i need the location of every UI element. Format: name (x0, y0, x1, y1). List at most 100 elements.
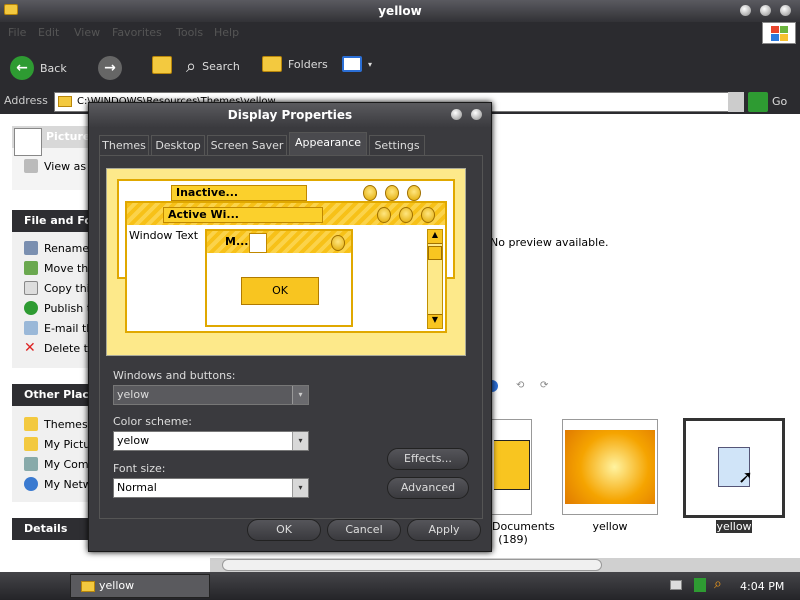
menu-help[interactable]: Help (214, 26, 239, 39)
rename-icon (24, 241, 38, 255)
advanced-button[interactable]: Advanced (387, 477, 469, 499)
menu-favorites[interactable]: Favorites (112, 26, 162, 39)
windows-buttons-select[interactable]: yelow ▾ (113, 385, 309, 405)
taskbar-item-label: yellow (99, 579, 135, 592)
tab-appearance[interactable]: Appearance (289, 132, 367, 155)
window-titlebar: yellow (0, 0, 800, 22)
preview-scroll-up-icon: ▲ (428, 230, 442, 244)
network-icon (24, 477, 38, 491)
menu-view[interactable]: View (74, 26, 100, 39)
select-value: Normal (117, 481, 157, 494)
link-label: Themes (44, 417, 88, 431)
folder-icon (24, 437, 38, 451)
copy-icon (24, 281, 38, 295)
menu-bar: File Edit View Favorites Tools Help (0, 22, 800, 44)
search-tray-icon[interactable]: ⌕ (714, 576, 722, 592)
effects-button[interactable]: Effects... (387, 448, 469, 470)
address-dropdown-icon[interactable]: ▾ (728, 92, 744, 112)
font-size-select[interactable]: Normal ▾ (113, 478, 309, 498)
rotate-right-icon[interactable]: ⟳ (540, 380, 548, 391)
display-properties-dialog: Display Properties Themes Desktop Screen… (88, 102, 492, 552)
ok-button[interactable]: OK (247, 519, 321, 541)
dialog-titlebar: Display Properties (89, 103, 491, 127)
cancel-button[interactable]: Cancel (327, 519, 401, 541)
folder-icon (4, 4, 18, 15)
horizontal-scrollbar[interactable] (210, 558, 800, 572)
up-folder-button[interactable] (152, 56, 172, 74)
preview-maximize-icon (399, 207, 413, 223)
preview-scroll-thumb (428, 246, 442, 260)
views-button[interactable]: ▾ (342, 56, 372, 72)
thumbnail-yellow-wallpaper[interactable] (562, 419, 658, 515)
preview-minimize-icon (377, 207, 391, 223)
keyboard-icon[interactable] (670, 580, 682, 590)
folders-label: Folders (288, 57, 328, 71)
tab-settings[interactable]: Settings (369, 135, 425, 155)
back-button[interactable]: ← Back (10, 56, 67, 80)
thumbnail-caption: yellow (592, 520, 628, 533)
rotate-left-icon[interactable]: ⟲ (516, 380, 524, 391)
email-icon (24, 321, 38, 335)
go-label[interactable]: Go (772, 95, 787, 108)
select-value: yelow (117, 434, 150, 447)
network-tray-icon[interactable] (694, 578, 706, 592)
thumbnail-documents[interactable] (492, 419, 532, 515)
folder-icon (58, 96, 72, 107)
back-arrow-icon: ← (10, 56, 34, 80)
tab-desktop[interactable]: Desktop (151, 135, 205, 155)
preview-scroll-down-icon: ▼ (428, 314, 442, 328)
windows-logo (762, 22, 796, 44)
folder-icon (24, 417, 38, 431)
globe-icon (24, 301, 38, 315)
tab-screen-saver[interactable]: Screen Saver (207, 135, 287, 155)
taskbar-item-yellow[interactable]: yellow (70, 574, 210, 598)
select-value: yelow (117, 388, 150, 401)
preview-close-icon (331, 235, 345, 251)
tab-themes[interactable]: Themes (99, 135, 149, 155)
minimize-button[interactable] (740, 5, 751, 16)
folder-icon (494, 440, 530, 490)
folder-icon (81, 581, 95, 592)
preview-scrollbar: ▲ ▼ (427, 229, 443, 329)
up-folder-icon (152, 56, 172, 74)
preview-message-box: M... OK (205, 229, 353, 327)
menu-file[interactable]: File (8, 26, 26, 39)
menu-edit[interactable]: Edit (38, 26, 59, 39)
preview-msgbox-tab (249, 233, 267, 253)
preview-inactive-title: Inactive... (171, 185, 307, 201)
wallpaper-image (565, 430, 655, 504)
search-icon: ⌕ (186, 56, 197, 77)
thumbnail-yellow-theme[interactable]: ➚ (683, 418, 785, 518)
slideshow-icon (24, 159, 38, 173)
forward-button[interactable]: → (98, 56, 122, 80)
views-icon (342, 56, 362, 72)
mouse-cursor-icon: ➚ (738, 467, 754, 488)
apply-button[interactable]: Apply (407, 519, 481, 541)
preview-active-title: Active Wi... (163, 207, 323, 223)
chevron-down-icon: ▾ (368, 59, 373, 69)
menu-tools[interactable]: Tools (176, 26, 203, 39)
maximize-button[interactable] (760, 5, 771, 16)
preview-active-titlebar: Active Wi... (127, 203, 445, 225)
preview-close-icon (407, 185, 421, 201)
go-arrow-icon[interactable] (748, 92, 768, 112)
forward-arrow-icon: → (98, 56, 122, 80)
thumbnail-caption-selected: yellow (716, 520, 752, 533)
delete-icon: ✕ (24, 340, 36, 356)
font-size-label: Font size: (113, 462, 166, 475)
folders-button[interactable]: Folders (262, 56, 328, 72)
scrollbar-thumb[interactable] (222, 559, 602, 571)
thumbnail-caption: Documents (189) (492, 520, 555, 546)
move-icon (24, 261, 38, 275)
folders-icon (262, 56, 282, 72)
search-button[interactable]: ⌕ Search (186, 56, 240, 77)
preview-ok-button: OK (241, 277, 319, 305)
dialog-close-button[interactable] (471, 109, 482, 120)
preview-minimize-icon (363, 185, 377, 201)
close-button[interactable] (780, 5, 791, 16)
help-button[interactable] (451, 109, 462, 120)
color-scheme-select[interactable]: yelow ▾ (113, 431, 309, 451)
chevron-down-icon: ▾ (292, 479, 308, 497)
back-label: Back (40, 61, 67, 75)
search-label: Search (202, 60, 240, 73)
